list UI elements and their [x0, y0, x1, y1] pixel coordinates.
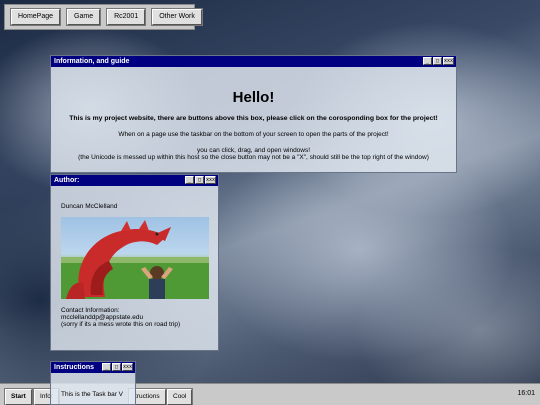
author-window-titlebar[interactable]: Author: _ □ xxx [51, 175, 218, 186]
instructions-window[interactable]: Instructions _ □ xxx This is the Task ba… [50, 361, 136, 405]
rc2001-button[interactable]: Rc2001 [106, 8, 147, 26]
contact-label: Contact Information: [61, 307, 120, 314]
contact-email[interactable]: mcclellanddp@appstate.edu [61, 314, 208, 321]
close-button[interactable]: xxx [443, 57, 454, 65]
drag-hint-text: you can click, drag, and open windows! [196, 147, 311, 154]
homepage-button[interactable]: HomePage [9, 8, 62, 26]
maximize-button[interactable]: □ [195, 176, 204, 184]
author-window-body: Duncan McClelland Contact Information: m… [51, 203, 218, 328]
close-button[interactable]: xxx [122, 363, 133, 371]
taskbar-clock: 16:01 [517, 390, 535, 397]
dragon-sculpture-image [61, 220, 209, 299]
author-name: Duncan McClelland [61, 203, 118, 210]
top-nav-bar: HomePage Game Rc2001 Other Work [4, 4, 203, 30]
maximize-button[interactable]: □ [433, 57, 442, 65]
hello-heading: Hello! [232, 89, 275, 106]
author-window-title: Author: [54, 177, 80, 184]
info-window-titlebar[interactable]: Information, and guide _ □ xxx [51, 56, 456, 67]
minimize-button[interactable]: _ [185, 176, 194, 184]
unicode-note-text: (the Unicode is messed up within this ho… [78, 154, 429, 161]
close-button[interactable]: xxx [205, 176, 216, 184]
start-button[interactable]: Start [4, 388, 33, 405]
maximize-button[interactable]: □ [112, 363, 121, 371]
taskbar-item-cool[interactable]: Cool [165, 388, 194, 405]
taskbar-hint-text: When on a page use the taskbar on the bo… [118, 131, 389, 138]
author-window[interactable]: Author: _ □ xxx Duncan McClelland Contac… [50, 174, 219, 351]
minimize-button[interactable]: _ [102, 363, 111, 371]
info-window-body: Hello! This is my project website, there… [51, 89, 456, 161]
other-work-button[interactable]: Other Work [151, 8, 203, 26]
instructions-text: This is the Task bar V [61, 391, 124, 398]
info-window-title: Information, and guide [54, 58, 130, 65]
info-window[interactable]: Information, and guide _ □ xxx Hello! Th… [50, 55, 457, 173]
author-photo [61, 217, 209, 299]
author-note: (sorry if its a mess wrote this on road … [61, 321, 181, 328]
instructions-window-titlebar[interactable]: Instructions _ □ xxx [51, 362, 135, 373]
minimize-button[interactable]: _ [423, 57, 432, 65]
game-button[interactable]: Game [66, 8, 102, 26]
instructions-window-title: Instructions [54, 364, 95, 371]
intro-text: This is my project website, there are bu… [69, 115, 438, 122]
